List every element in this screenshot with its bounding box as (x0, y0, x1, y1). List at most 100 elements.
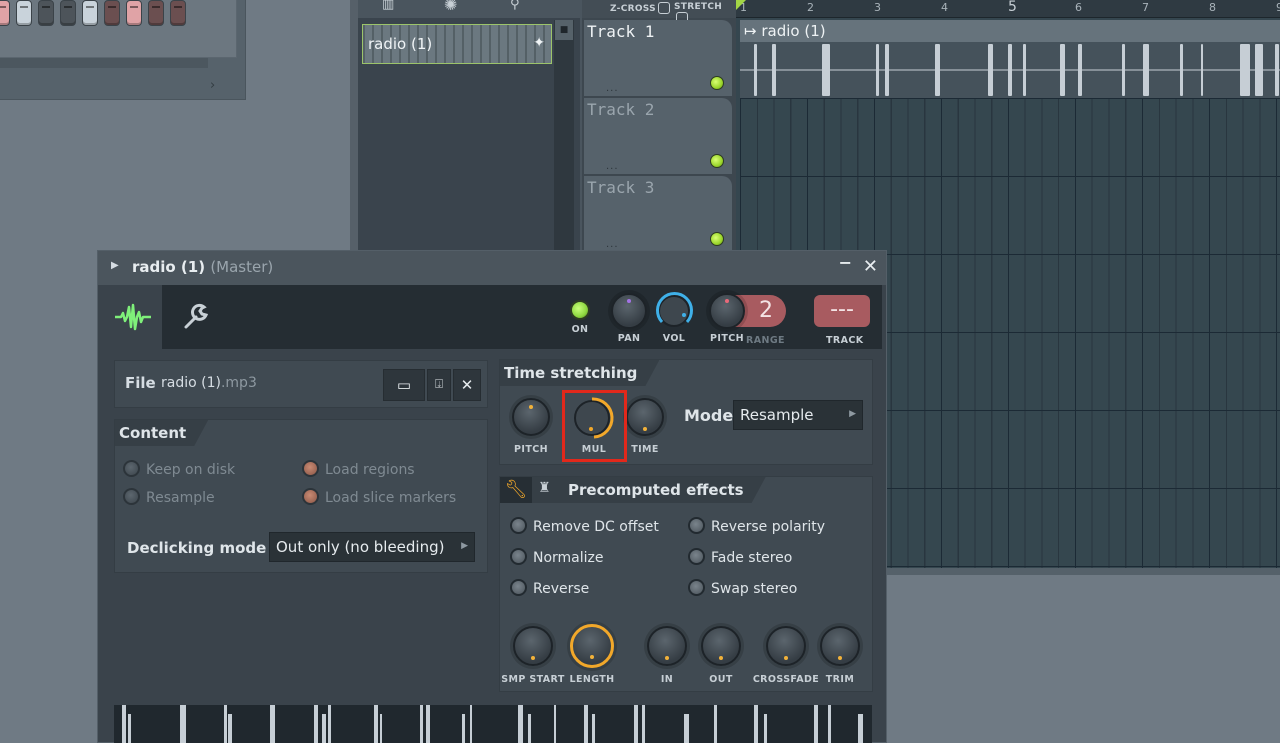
normalize-option[interactable]: Normalize (510, 548, 604, 566)
load-slice-markers-radio[interactable] (302, 488, 319, 505)
channel-pad[interactable] (148, 0, 164, 26)
track-mute-led[interactable] (710, 154, 724, 168)
volume-control[interactable]: VOL (652, 291, 696, 344)
channel-pad[interactable] (82, 0, 98, 26)
playhead-marker[interactable] (736, 0, 746, 10)
audio-clip-header[interactable]: ↦ radio (1) (740, 20, 1280, 42)
pitch-label: PITCH (710, 333, 744, 344)
vol-knob[interactable] (653, 291, 695, 331)
timeline-ruler[interactable]: 123456789 (736, 0, 1280, 18)
pin-icon[interactable]: ♜ (538, 480, 551, 496)
fade-in-knob[interactable] (647, 626, 687, 666)
tab-instrument-properties[interactable] (170, 285, 222, 349)
audio-clip-icon[interactable]: ✺ (444, 0, 457, 13)
waveform-burst (684, 714, 689, 743)
wrench-icon[interactable]: 🔧︎ (500, 477, 532, 503)
reverse-polarity-checkbox[interactable] (688, 517, 705, 534)
content-panel: Content Keep on disk Load regions Resamp… (114, 419, 488, 573)
audio-clip-waveform[interactable] (740, 42, 1280, 98)
reverse-polarity-option[interactable]: Reverse polarity (688, 517, 825, 535)
channel-pad[interactable] (126, 0, 142, 26)
pan-knob[interactable] (611, 293, 647, 329)
track-menu-dots[interactable]: ... (606, 161, 619, 172)
remove-file-button[interactable]: ✕ (453, 369, 481, 401)
waveform-burst (584, 705, 588, 743)
waveform-burst (224, 705, 227, 743)
stretch-mode-value: Resample (740, 406, 814, 424)
mixer-track-value: --- (830, 297, 854, 322)
wrench-icon (184, 303, 209, 329)
channel-pad[interactable] (104, 0, 120, 26)
ts-time-knob[interactable] (626, 398, 664, 436)
scroll-right-icon[interactable]: › (210, 78, 215, 93)
browse-file-button[interactable]: ▭ (383, 369, 425, 401)
on-switch[interactable]: ON (564, 293, 596, 335)
waveform-burst (828, 705, 831, 743)
waveform-burst (754, 44, 757, 96)
keep-on-disk-radio[interactable] (123, 460, 140, 477)
window-titlebar[interactable]: ▶ radio (1) (Master) − ✕ (98, 251, 886, 285)
on-led[interactable] (570, 300, 590, 320)
automation-icon[interactable]: ⚲ (510, 0, 520, 11)
channel-rack-scrollbar[interactable] (0, 58, 208, 68)
channel-pad[interactable] (16, 0, 32, 26)
clip-name: radio (1) (761, 22, 826, 40)
declicking-mode-select[interactable]: Out only (no bleeding) ▶ (269, 532, 475, 562)
tab-sample-settings[interactable] (104, 285, 162, 349)
channel-pad[interactable] (60, 0, 76, 26)
load-regions-option[interactable]: Load regions (302, 460, 415, 478)
zcross-toggle[interactable]: Z-CROSS (610, 2, 670, 14)
crossfade-knob[interactable] (766, 626, 806, 666)
waveform-burst (122, 705, 126, 743)
trim-knob[interactable] (820, 626, 860, 666)
channel-header-bar: ON PAN VOL PITCH 2 RANGE --- TRACK (104, 285, 882, 349)
keep-on-disk-option[interactable]: Keep on disk (123, 460, 235, 478)
track-mute-led[interactable] (710, 76, 724, 90)
channel-pad[interactable] (0, 0, 10, 26)
fade-stereo-checkbox[interactable] (688, 548, 705, 565)
smp-start-knob[interactable] (513, 626, 553, 666)
load-slice-markers-option[interactable]: Load slice markers (302, 488, 456, 506)
locate-file-button[interactable]: ⍗ (427, 369, 451, 401)
reverse-checkbox[interactable] (510, 579, 527, 596)
ts-pitch-knob[interactable] (512, 398, 550, 436)
resample-option[interactable]: Resample (123, 488, 215, 506)
normalize-checkbox[interactable] (510, 548, 527, 565)
channel-pad[interactable] (170, 0, 186, 26)
resample-radio[interactable] (123, 488, 140, 505)
track-menu-dots[interactable]: ... (606, 83, 619, 94)
track-header-2[interactable]: Track 2 ... (584, 98, 732, 174)
scroll-handle[interactable]: ■ (555, 20, 573, 40)
fade-out-label: OUT (709, 674, 733, 685)
zcross-checkbox[interactable] (657, 2, 670, 14)
mode-label: Mode (684, 406, 734, 425)
swap-stereo-checkbox[interactable] (688, 579, 705, 596)
pitch-knob[interactable] (709, 293, 745, 329)
waveform-icon (115, 303, 151, 331)
pattern-icon[interactable]: ▥ (382, 0, 394, 11)
channel-pad[interactable] (38, 0, 54, 26)
reverse-option[interactable]: Reverse (510, 579, 589, 597)
picker-clip-radio[interactable]: radio (1) ✦ (362, 24, 552, 64)
remove-dc-offset-checkbox[interactable] (510, 517, 527, 534)
pitch-control[interactable]: PITCH (707, 293, 747, 344)
on-label: ON (571, 324, 589, 335)
minimize-button[interactable]: − (839, 253, 852, 272)
window-menu-arrow-icon[interactable]: ▶ (111, 260, 119, 271)
stretch-mode-select[interactable]: Resample ▶ (733, 400, 863, 430)
remove-dc-offset-option[interactable]: Remove DC offset (510, 517, 659, 535)
swap-stereo-option[interactable]: Swap stereo (688, 579, 797, 597)
track-value-box[interactable]: --- (814, 295, 870, 327)
fade-stereo-option[interactable]: Fade stereo (688, 548, 792, 566)
load-regions-radio[interactable] (302, 460, 319, 477)
close-button[interactable]: ✕ (863, 256, 878, 277)
channel-name: radio (1) (132, 258, 206, 276)
length-knob[interactable] (570, 624, 614, 668)
track-mute-led[interactable] (710, 232, 724, 246)
track-menu-dots[interactable]: ... (606, 239, 619, 250)
fade-out-knob[interactable] (701, 626, 741, 666)
track-header-3[interactable]: Track 3 ... (584, 176, 732, 252)
sample-waveform-view[interactable] (114, 705, 872, 743)
track-header-1[interactable]: Track 1 ... (584, 20, 732, 96)
pan-control[interactable]: PAN (609, 293, 649, 344)
